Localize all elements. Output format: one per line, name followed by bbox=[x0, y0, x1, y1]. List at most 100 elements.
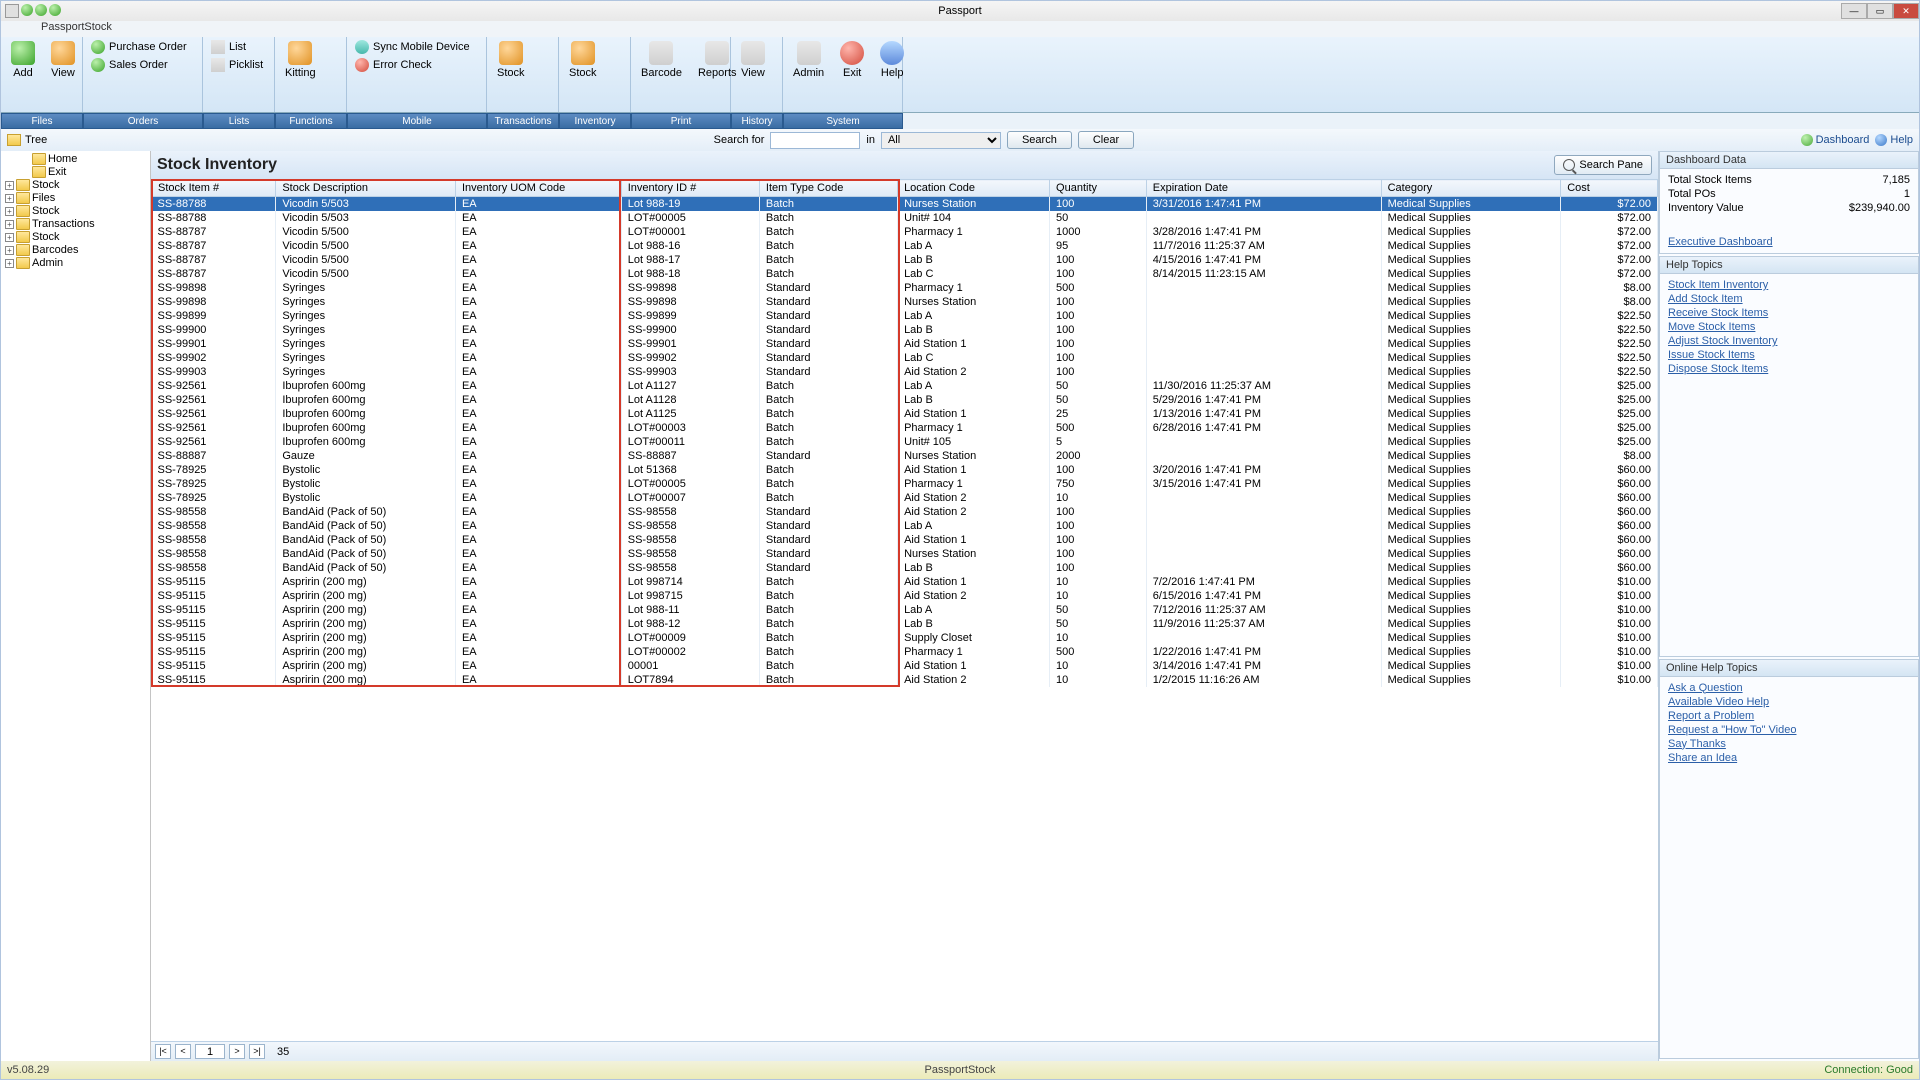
column-header[interactable]: Stock Description bbox=[276, 180, 456, 197]
table-row[interactable]: SS-95115Aspririn (200 mg)EALot 988-12Bat… bbox=[152, 617, 1658, 631]
search-button[interactable]: Search bbox=[1007, 131, 1072, 149]
qa-green-icon[interactable] bbox=[21, 4, 33, 16]
tree-node[interactable]: +Stock bbox=[3, 179, 148, 192]
tree-node[interactable]: +Stock bbox=[3, 205, 148, 218]
expand-icon[interactable]: + bbox=[5, 246, 14, 255]
table-row[interactable]: SS-78925BystolicEALOT#00005BatchPharmacy… bbox=[152, 477, 1658, 491]
table-row[interactable]: SS-95115Aspririn (200 mg)EALot 998715Bat… bbox=[152, 589, 1658, 603]
table-row[interactable]: SS-99900SyringesEASS-99900StandardLab B1… bbox=[152, 323, 1658, 337]
close-button[interactable]: ✕ bbox=[1893, 3, 1919, 19]
table-row[interactable]: SS-92561Ibuprofen 600mgEALOT#00003BatchP… bbox=[152, 421, 1658, 435]
tree-node[interactable]: Home bbox=[3, 153, 148, 166]
tree-node[interactable]: +Files bbox=[3, 192, 148, 205]
tree-node[interactable]: +Admin bbox=[3, 257, 148, 270]
table-row[interactable]: SS-99898SyringesEASS-99898StandardPharma… bbox=[152, 281, 1658, 295]
add-button[interactable]: Add bbox=[7, 39, 39, 81]
help-link[interactable]: Add Stock Item bbox=[1668, 292, 1910, 306]
barcode-button[interactable]: Barcode bbox=[637, 39, 686, 81]
online-help-link[interactable]: Available Video Help bbox=[1668, 695, 1910, 709]
table-row[interactable]: SS-95115Aspririn (200 mg)EA00001BatchAid… bbox=[152, 659, 1658, 673]
sync-mobile-button[interactable]: Sync Mobile Device bbox=[353, 39, 472, 55]
tab-orders[interactable]: Orders bbox=[83, 113, 203, 129]
pager-next-button[interactable]: > bbox=[229, 1044, 245, 1059]
expand-icon[interactable]: + bbox=[5, 233, 14, 242]
table-row[interactable]: SS-95115Aspririn (200 mg)EALot 988-11Bat… bbox=[152, 603, 1658, 617]
kitting-button[interactable]: Kitting bbox=[281, 39, 320, 81]
online-help-link[interactable]: Report a Problem bbox=[1668, 709, 1910, 723]
table-row[interactable]: SS-92561Ibuprofen 600mgEALot A1125BatchA… bbox=[152, 407, 1658, 421]
table-row[interactable]: SS-98558BandAid (Pack of 50)EASS-98558St… bbox=[152, 519, 1658, 533]
table-row[interactable]: SS-95115Aspririn (200 mg)EALOT#00002Batc… bbox=[152, 645, 1658, 659]
table-row[interactable]: SS-98558BandAid (Pack of 50)EASS-98558St… bbox=[152, 533, 1658, 547]
table-row[interactable]: SS-88787Vicodin 5/500EALot 988-16BatchLa… bbox=[152, 239, 1658, 253]
tab-history[interactable]: History bbox=[731, 113, 783, 129]
table-row[interactable]: SS-99901SyringesEASS-99901StandardAid St… bbox=[152, 337, 1658, 351]
tab-lists[interactable]: Lists bbox=[203, 113, 275, 129]
table-row[interactable]: SS-88887GauzeEASS-88887StandardNurses St… bbox=[152, 449, 1658, 463]
help-link[interactable]: Help bbox=[1875, 134, 1913, 146]
table-row[interactable]: SS-98558BandAid (Pack of 50)EASS-98558St… bbox=[152, 547, 1658, 561]
column-header[interactable]: Cost bbox=[1561, 180, 1658, 197]
table-row[interactable]: SS-88788Vicodin 5/503EALOT#00005BatchUni… bbox=[152, 211, 1658, 225]
column-header[interactable]: Stock Item # bbox=[152, 180, 276, 197]
exit-button[interactable]: Exit bbox=[836, 39, 868, 81]
column-header[interactable]: Location Code bbox=[898, 180, 1050, 197]
pager-prev-button[interactable]: < bbox=[175, 1044, 191, 1059]
table-row[interactable]: SS-88788Vicodin 5/503EALot 988-19BatchNu… bbox=[152, 197, 1658, 212]
tree-node[interactable]: Exit bbox=[3, 166, 148, 179]
expand-icon[interactable]: + bbox=[5, 259, 14, 268]
qa-green3-icon[interactable] bbox=[49, 4, 61, 16]
table-row[interactable]: SS-88787Vicodin 5/500EALot 988-18BatchLa… bbox=[152, 267, 1658, 281]
search-input[interactable] bbox=[770, 132, 860, 149]
column-header[interactable]: Quantity bbox=[1050, 180, 1147, 197]
tree-node[interactable]: +Stock bbox=[3, 231, 148, 244]
table-row[interactable]: SS-95115Aspririn (200 mg)EALot 998714Bat… bbox=[152, 575, 1658, 589]
tab-print[interactable]: Print bbox=[631, 113, 731, 129]
sales-order-button[interactable]: Sales Order bbox=[89, 57, 170, 73]
admin-button[interactable]: Admin bbox=[789, 39, 828, 81]
history-view-button[interactable]: View bbox=[737, 39, 769, 81]
online-help-link[interactable]: Say Thanks bbox=[1668, 737, 1910, 751]
column-header[interactable]: Inventory UOM Code bbox=[455, 180, 621, 197]
table-row[interactable]: SS-92561Ibuprofen 600mgEALot A1128BatchL… bbox=[152, 393, 1658, 407]
list-button[interactable]: List bbox=[209, 39, 248, 55]
stock-inventory-button[interactable]: Stock bbox=[565, 39, 601, 81]
expand-icon[interactable]: + bbox=[5, 220, 14, 229]
tab-files[interactable]: Files bbox=[1, 113, 83, 129]
column-header[interactable]: Inventory ID # bbox=[621, 180, 759, 197]
clear-button[interactable]: Clear bbox=[1078, 131, 1134, 149]
help-link[interactable]: Receive Stock Items bbox=[1668, 306, 1910, 320]
table-row[interactable]: SS-92561Ibuprofen 600mgEALOT#00011BatchU… bbox=[152, 435, 1658, 449]
tree-node[interactable]: +Transactions bbox=[3, 218, 148, 231]
picklist-button[interactable]: Picklist bbox=[209, 57, 265, 73]
maximize-button[interactable]: ▭ bbox=[1867, 3, 1893, 19]
table-row[interactable]: SS-92561Ibuprofen 600mgEALot A1127BatchL… bbox=[152, 379, 1658, 393]
help-link[interactable]: Dispose Stock Items bbox=[1668, 362, 1910, 376]
executive-dashboard-link[interactable]: Executive Dashboard bbox=[1668, 235, 1910, 249]
pager-first-button[interactable]: |< bbox=[155, 1044, 171, 1059]
tab-inventory[interactable]: Inventory bbox=[559, 113, 631, 129]
table-row[interactable]: SS-99898SyringesEASS-99898StandardNurses… bbox=[152, 295, 1658, 309]
table-row[interactable]: SS-98558BandAid (Pack of 50)EASS-98558St… bbox=[152, 561, 1658, 575]
table-row[interactable]: SS-95115Aspririn (200 mg)EALOT7894BatchA… bbox=[152, 673, 1658, 687]
error-check-button[interactable]: Error Check bbox=[353, 57, 434, 73]
minimize-button[interactable]: — bbox=[1841, 3, 1867, 19]
table-row[interactable]: SS-88787Vicodin 5/500EALot 988-17BatchLa… bbox=[152, 253, 1658, 267]
table-row[interactable]: SS-99899SyringesEASS-99899StandardLab A1… bbox=[152, 309, 1658, 323]
table-row[interactable]: SS-98558BandAid (Pack of 50)EASS-98558St… bbox=[152, 505, 1658, 519]
table-row[interactable]: SS-95115Aspririn (200 mg)EALOT#00009Batc… bbox=[152, 631, 1658, 645]
help-link[interactable]: Issue Stock Items bbox=[1668, 348, 1910, 362]
stock-transactions-button[interactable]: Stock bbox=[493, 39, 529, 81]
table-row[interactable]: SS-78925BystolicEALOT#00007BatchAid Stat… bbox=[152, 491, 1658, 505]
tree-node[interactable]: +Barcodes bbox=[3, 244, 148, 257]
search-pane-button[interactable]: Search Pane bbox=[1554, 155, 1652, 175]
table-row[interactable]: SS-99902SyringesEASS-99902StandardLab C1… bbox=[152, 351, 1658, 365]
table-row[interactable]: SS-99903SyringesEASS-99903StandardAid St… bbox=[152, 365, 1658, 379]
table-row[interactable]: SS-78925BystolicEALot 51368BatchAid Stat… bbox=[152, 463, 1658, 477]
tab-transactions[interactable]: Transactions bbox=[487, 113, 559, 129]
stock-grid[interactable]: Stock Item #Stock DescriptionInventory U… bbox=[151, 179, 1658, 1041]
qa-green2-icon[interactable] bbox=[35, 4, 47, 16]
help-link[interactable]: Adjust Stock Inventory bbox=[1668, 334, 1910, 348]
pager-page-input[interactable] bbox=[195, 1044, 225, 1059]
online-help-link[interactable]: Request a "How To" Video bbox=[1668, 723, 1910, 737]
